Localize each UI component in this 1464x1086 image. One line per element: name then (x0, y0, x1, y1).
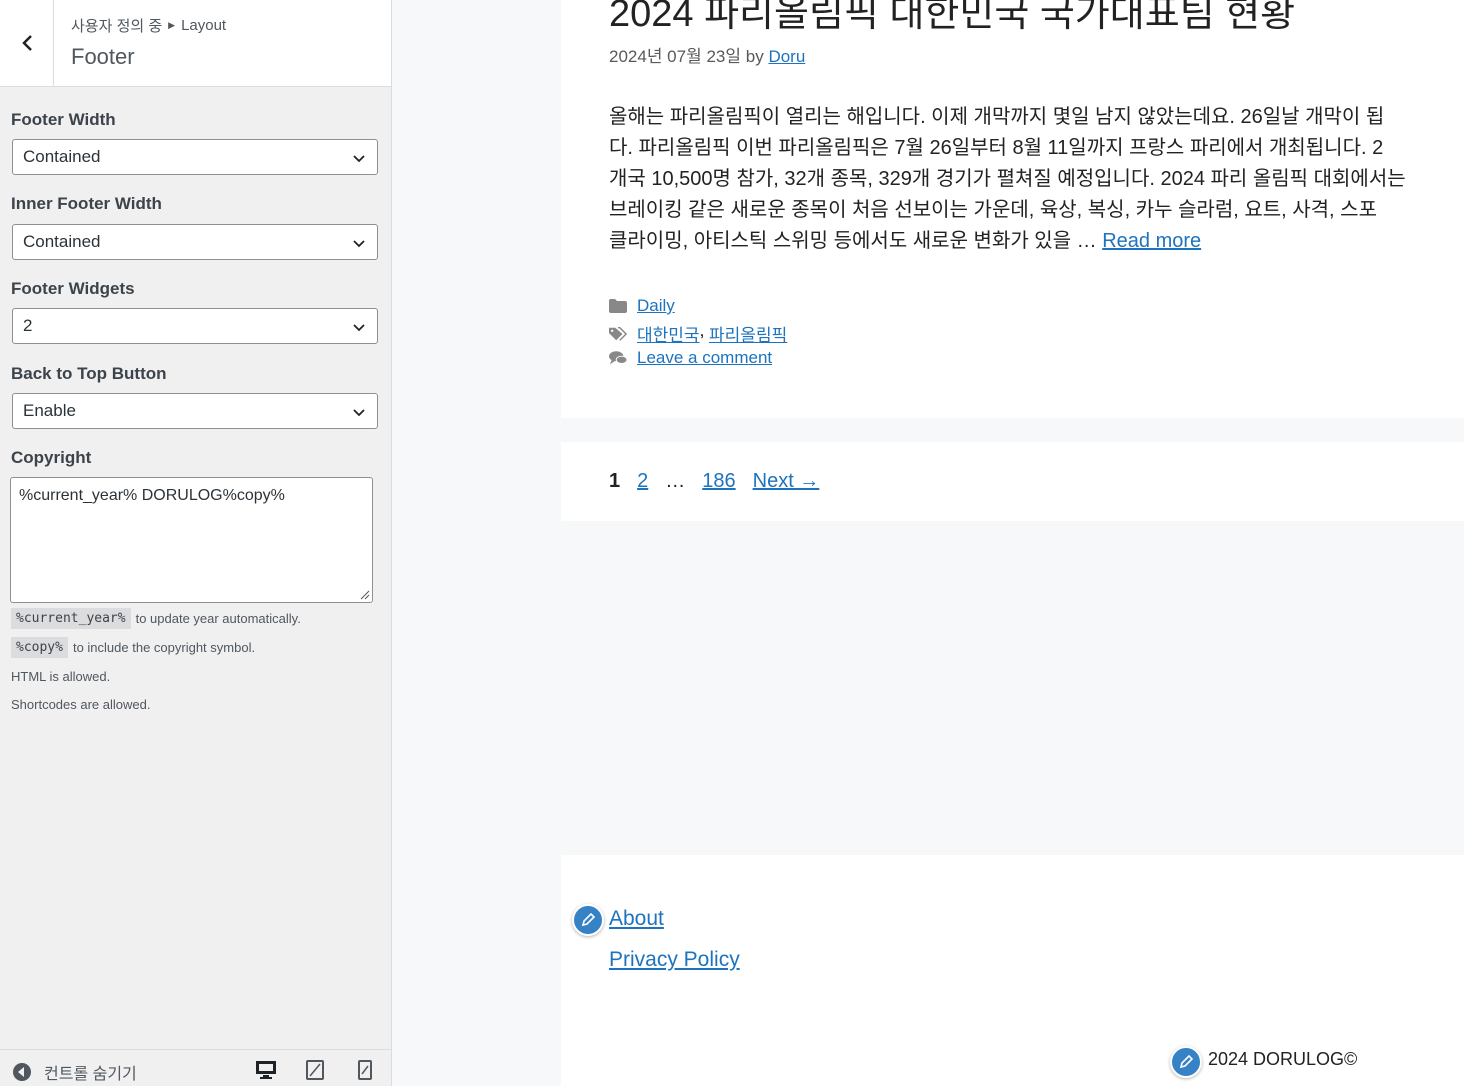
footer-widgets-select[interactable]: 2 (12, 308, 378, 344)
excerpt-line: 브레이킹 같은 새로운 종목이 처음 선보이는 가운데, 육상, 복싱, 카누 … (609, 199, 1377, 221)
section-header: 사용자 정의 중 ▶ Layout Footer (0, 0, 391, 87)
post-excerpt: 올해는 파리올림픽이 열리는 해입니다. 이제 개막까지 몇일 남지 않았는데요… (609, 102, 1464, 257)
read-more-link[interactable]: Read more (1102, 230, 1201, 252)
post-date: 2024년 07월 23일 (609, 47, 742, 66)
footer-widgets-label: Footer Widgets (11, 279, 135, 298)
post-author-link[interactable]: Doru (768, 47, 805, 66)
caret-right-icon: ▶ (168, 20, 176, 30)
page-link-last[interactable]: 186 (702, 470, 735, 493)
chevron-left-icon (21, 35, 32, 51)
footer-link-privacy[interactable]: Privacy Policy (609, 948, 740, 972)
copyright-label: Copyright (11, 448, 92, 467)
comment-row: Leave a comment (609, 348, 772, 368)
back-to-top-label: Back to Top Button (11, 364, 167, 383)
mobile-preview-icon[interactable] (358, 1060, 372, 1080)
tags-icon (609, 326, 627, 342)
post-by: by (745, 47, 764, 66)
edit-copyright-button[interactable] (1170, 1046, 1202, 1078)
footer-link-about[interactable]: About (609, 907, 664, 931)
pagination: 1 2 … 186 Next → (561, 442, 1464, 521)
footer-widgets-value: 2 (23, 316, 33, 335)
footer-width-label: Footer Width (11, 110, 116, 129)
category-row: Daily (609, 296, 675, 316)
comments-icon (609, 350, 627, 366)
page-current: 1 (609, 470, 621, 492)
back-to-top-value: Enable (23, 401, 76, 420)
breadcrumb-current: Layout (181, 17, 227, 34)
footer-width-value: Contained (23, 147, 101, 166)
excerpt-line: 클라이밍, 아티스틱 스위밍 등에서도 새로운 변화가 있을 … (609, 230, 1097, 252)
excerpt-line: 다. 파리올림픽 이번 파리올림픽은 7월 26일부터 8월 11일까지 프랑스… (609, 137, 1384, 159)
desktop-preview-icon[interactable] (255, 1060, 277, 1080)
collapse-icon (13, 1063, 31, 1081)
section-title: Footer (71, 44, 135, 69)
tablet-preview-icon[interactable] (306, 1060, 324, 1080)
site-copyright: 2024 DORULOG© (1208, 1049, 1358, 1069)
back-to-top-select[interactable]: Enable (12, 393, 378, 429)
customizer-sidebar: 사용자 정의 중 ▶ Layout Footer Footer Width Co… (0, 0, 392, 1086)
copyright-textarea[interactable]: %current_year% DORULOG%copy% (10, 477, 373, 603)
year-code: %current_year% (11, 608, 131, 629)
chevron-down-icon (353, 240, 365, 248)
post-article: 2024 파리올림픽 대한민국 국가대표팀 현황 2024년 07월 23일 b… (561, 0, 1464, 418)
resize-grip-icon[interactable] (360, 590, 370, 600)
hint-year: %current_year% to update year automatica… (11, 608, 301, 629)
page-ellipsis: … (665, 470, 686, 492)
pencil-icon (1179, 1055, 1193, 1069)
tag-link[interactable]: 파리올림픽 (709, 321, 787, 346)
edit-widget-button[interactable] (572, 904, 604, 936)
back-button[interactable] (0, 0, 54, 86)
tag-link[interactable]: 대한민국 (637, 321, 700, 346)
site-footer: About Privacy Policy 2024 DORULOG© (561, 855, 1464, 1086)
hint-shortcodes: Shortcodes are allowed. (11, 697, 151, 712)
tags-row: 대한민국, 파리올림픽 (609, 321, 787, 346)
year-hint-text: to update year automatically. (135, 611, 301, 626)
breadcrumb-parent: 사용자 정의 중 (71, 18, 163, 35)
post-meta: 2024년 07월 23일 by Doru (609, 42, 805, 67)
inner-footer-width-select[interactable]: Contained (12, 224, 378, 260)
site-preview: 2024 파리올림픽 대한민국 국가대표팀 현황 2024년 07월 23일 b… (392, 0, 1464, 1086)
page-link-2[interactable]: 2 (637, 470, 648, 493)
hide-controls-button[interactable]: 컨트롤 숨기기 (12, 1060, 137, 1084)
breadcrumb: 사용자 정의 중 ▶ Layout (71, 15, 226, 36)
footer-width-select[interactable]: Contained (12, 139, 378, 175)
hint-html: HTML is allowed. (11, 669, 111, 684)
chevron-down-icon (353, 409, 365, 417)
copy-code: %copy% (11, 637, 68, 658)
inner-footer-width-value: Contained (23, 232, 101, 251)
excerpt-line: 올해는 파리올림픽이 열리는 해입니다. 이제 개막까지 몇일 남지 않았는데요… (609, 106, 1385, 128)
pencil-icon (581, 913, 595, 927)
hide-controls-label: 컨트롤 숨기기 (44, 1066, 137, 1083)
tag-list: 대한민국, 파리올림픽 (637, 321, 787, 346)
inner-footer-width-label: Inner Footer Width (11, 194, 162, 213)
post-title[interactable]: 2024 파리올림픽 대한민국 국가대표팀 현황 (609, 0, 1295, 37)
leave-comment-link[interactable]: Leave a comment (637, 348, 772, 368)
excerpt-line: 개국 10,500명 참가, 32개 종목, 329개 경기가 펼쳐질 예정입니… (609, 168, 1406, 190)
pagination-row: 1 2 … 186 Next → (609, 470, 819, 493)
folder-icon (609, 299, 627, 313)
next-page-link[interactable]: Next → (753, 470, 820, 493)
hint-copy: %copy% to include the copyright symbol. (11, 637, 255, 658)
chevron-down-icon (353, 155, 365, 163)
tag-separator: , (699, 321, 705, 340)
copyright-value: %current_year% DORULOG%copy% (19, 487, 285, 504)
chevron-down-icon (353, 324, 365, 332)
copy-hint-text: to include the copyright symbol. (72, 640, 256, 655)
customizer-footer: 컨트롤 숨기기 (0, 1049, 391, 1086)
excerpt-line-last: 클라이밍, 아티스틱 스위밍 등에서도 새로운 변화가 있을 … Read mo… (609, 226, 1464, 257)
category-link[interactable]: Daily (637, 296, 675, 316)
